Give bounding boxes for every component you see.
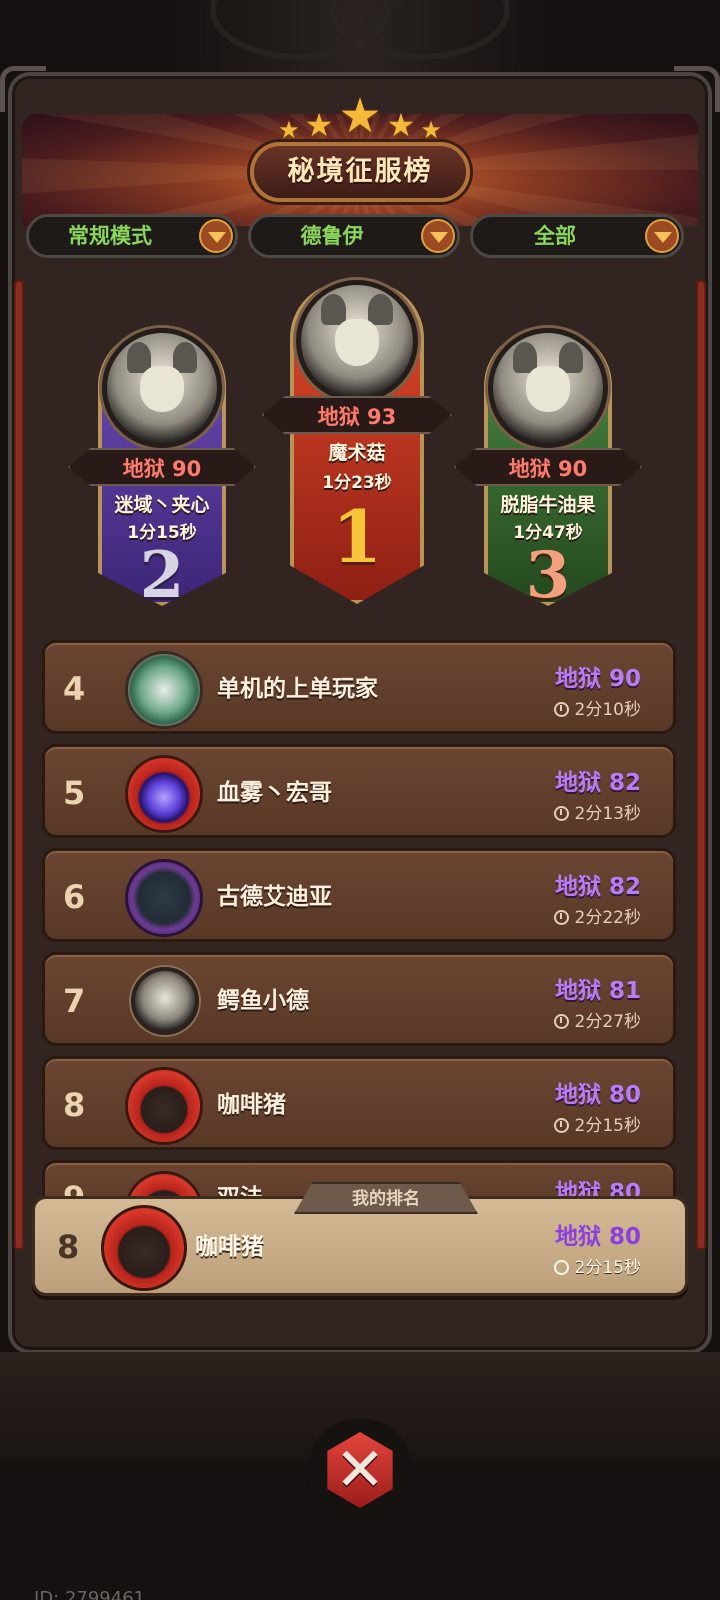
class-filter-label: 德鲁伊 [300,224,364,248]
rank-number: 2 [139,538,185,613]
druid-avatar [131,967,199,1035]
crystal-orb-avatar [125,755,203,833]
player-name: 古德艾迪亚 [217,884,332,910]
player-name: 咖啡猪 [217,1092,286,1118]
player-id-label: ID: 2799461 [34,1588,146,1600]
clear-time: 2分22秒 [553,903,641,928]
rank-number: 1 [331,494,383,579]
podium-rank-3[interactable]: 地狱 90 脱脂牛油果 1分47秒 3 [454,328,642,613]
podium-rank-2[interactable]: 地狱 90 迷域丶夹心 1分15秒 2 [68,328,256,613]
star-icon: ★ [278,116,300,144]
player-name: 魔术菇 [328,442,386,464]
player-name: 血雾丶宏哥 [217,780,332,806]
chevron-down-icon[interactable] [645,219,679,253]
podium-rank-1[interactable]: 地狱 93 魔术菇 1分23秒 1 [262,280,452,612]
difficulty-score: 地狱 90 [554,666,641,692]
difficulty-tag: 地狱 90 [454,448,642,486]
list-item[interactable]: 4 单机的上单玩家 地狱 90 2分10秒 [42,640,676,734]
class-filter-dropdown[interactable]: 德鲁伊 [248,214,460,258]
player-name: 鳄鱼小德 [217,988,309,1014]
player-name: 脱脂牛油果 [500,494,596,516]
rank-number: 7 [63,982,86,1020]
my-rank-tab: 我的排名 [294,1182,478,1214]
clear-time: 2分27秒 [553,1007,641,1032]
frame-side-bar [696,280,706,1250]
shadow-creature-avatar [125,859,203,937]
difficulty-score: 地狱 82 [554,874,641,900]
clock-icon [553,1118,569,1133]
star-icon: ★ [338,88,382,144]
player-avatar [102,328,222,448]
player-name: 咖啡猪 [195,1234,264,1260]
rank-number: 8 [63,1086,86,1124]
clear-time: 1分23秒 [322,473,392,493]
scope-filter-dropdown[interactable]: 全部 [470,214,684,258]
tomato-druid-avatar [125,1067,203,1145]
clock-icon [553,806,569,821]
tomato-druid-avatar [101,1205,187,1291]
rank-number: 3 [525,538,571,613]
rank-number: 8 [57,1228,80,1266]
player-avatar [488,328,608,448]
difficulty-score: 地狱 81 [554,978,641,1004]
player-name: 迷域丶夹心 [114,494,210,516]
difficulty-score: 地狱 82 [554,770,641,796]
clear-time: 2分10秒 [553,695,641,720]
close-icon: ✕ [334,1435,386,1505]
difficulty-tag: 地狱 90 [68,448,256,486]
difficulty-tag: 地狱 93 [262,396,452,434]
star-icon: ★ [420,116,442,144]
clear-time: 2分15秒 [553,1111,641,1136]
filter-bar: 常规模式 德鲁伊 全部 [26,214,696,258]
mode-filter-label: 常规模式 [68,224,152,248]
rank-number: 5 [63,774,86,812]
chevron-down-icon[interactable] [199,219,233,253]
page-title: 秘境征服榜 [250,142,470,202]
star-icon: ★ [304,106,334,144]
clock-icon [553,1260,569,1275]
difficulty-score: 地狱 80 [554,1082,641,1108]
clear-time: 2分15秒 [553,1253,641,1278]
chevron-down-icon[interactable] [421,219,455,253]
rating-stars: ★ ★ ★ ★ ★ [0,88,720,144]
player-avatar [296,280,418,402]
my-rank-section: 8 咖啡猪 地狱 80 2分15秒 我的排名 [32,1182,688,1296]
player-name: 单机的上单玩家 [217,676,378,702]
close-button[interactable]: ✕ [308,1418,412,1522]
mode-filter-dropdown[interactable]: 常规模式 [26,214,238,258]
clock-icon [553,1014,569,1029]
clock-icon [553,702,569,717]
rank-number: 6 [63,878,86,916]
clock-icon [553,910,569,925]
clear-time: 2分13秒 [553,799,641,824]
green-flower-avatar [125,651,203,729]
rank-number: 4 [63,670,86,708]
list-item[interactable]: 6 古德艾迪亚 地狱 82 2分22秒 [42,848,676,942]
frame-side-bar [14,280,24,1250]
difficulty-score: 地狱 80 [554,1224,641,1250]
star-icon: ★ [386,106,416,144]
list-item[interactable]: 8 咖啡猪 地狱 80 2分15秒 [42,1056,676,1150]
list-item[interactable]: 5 血雾丶宏哥 地狱 82 2分13秒 [42,744,676,838]
scope-filter-label: 全部 [534,224,576,248]
list-item[interactable]: 7 鳄鱼小德 地狱 81 2分27秒 [42,952,676,1046]
